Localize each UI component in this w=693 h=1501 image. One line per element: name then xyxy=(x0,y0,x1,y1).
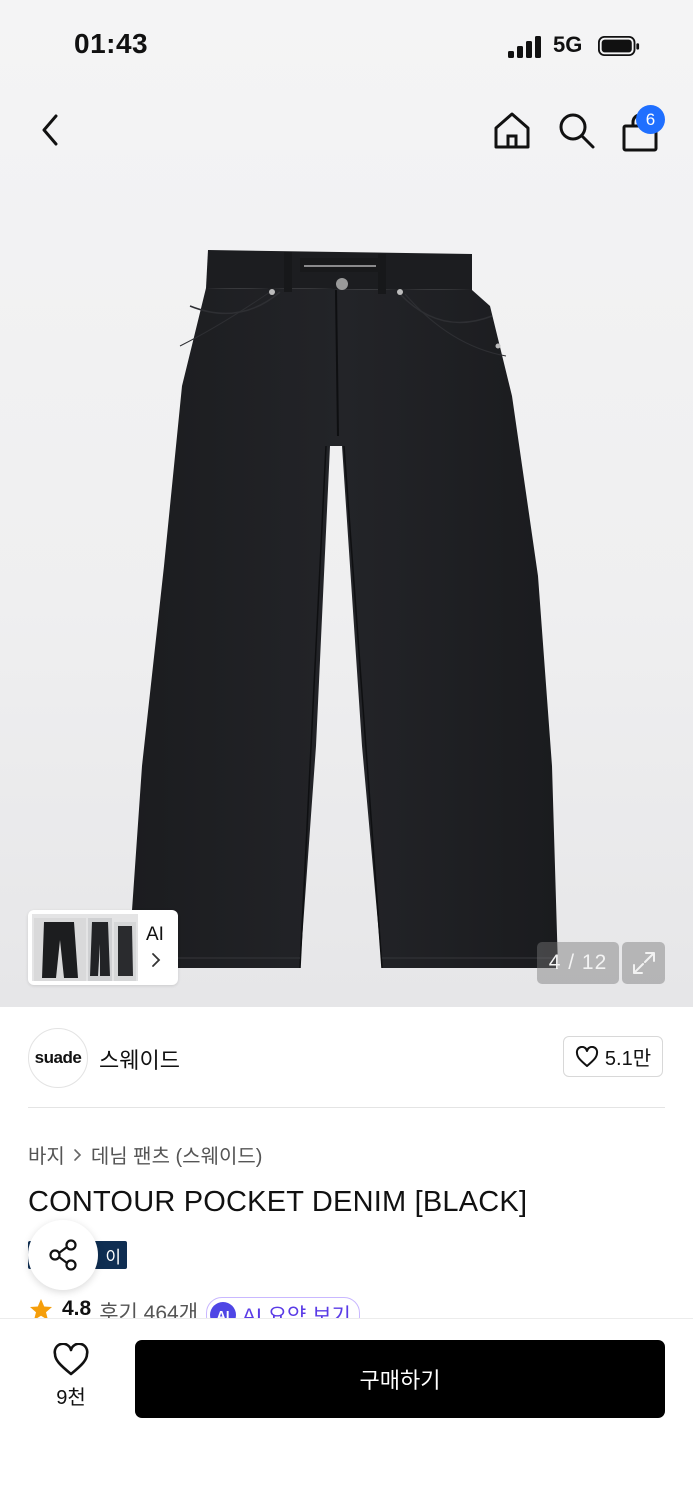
brand-logo[interactable]: suade xyxy=(28,1028,88,1088)
product-title: CONTOUR POCKET DENIM [BLACK] xyxy=(28,1186,528,1218)
favorite-button[interactable]: 9천 xyxy=(40,1343,102,1413)
network-type: 5G xyxy=(553,32,583,57)
ai-fitting-thumbnail[interactable]: AI xyxy=(28,910,178,985)
chevron-left-icon xyxy=(42,114,58,146)
breadcrumb-item-denim[interactable]: 데님 팬츠 (스웨이드) xyxy=(91,1140,263,1169)
brand-name[interactable]: 스웨이드 xyxy=(99,1043,180,1075)
product-image[interactable] xyxy=(120,246,570,976)
expand-button[interactable] xyxy=(622,942,665,984)
expand-icon xyxy=(632,952,655,974)
brand-like-button[interactable]: 5.1만 xyxy=(563,1036,663,1077)
back-button[interactable] xyxy=(30,110,70,150)
home-icon xyxy=(494,112,530,149)
product-gallery[interactable]: 01:43 5G 6 AI 4 / 12 xyxy=(0,0,693,1007)
share-button[interactable] xyxy=(28,1220,98,1290)
search-button[interactable] xyxy=(554,108,598,152)
thumbnail-label: AI xyxy=(146,924,164,945)
divider xyxy=(28,1107,665,1108)
status-time: 01:43 xyxy=(74,28,149,59)
battery-icon xyxy=(598,35,640,57)
share-icon xyxy=(49,1239,77,1271)
favorite-count: 9천 xyxy=(56,1387,86,1409)
search-icon xyxy=(559,113,595,149)
buy-button[interactable]: 구매하기 xyxy=(135,1340,665,1418)
brand-like-count: 5.1만 xyxy=(604,1048,652,1070)
chevron-right-icon xyxy=(74,1148,81,1161)
thumbnail-image xyxy=(32,914,138,981)
heart-outline-icon xyxy=(575,1045,598,1067)
breadcrumb-item-pants[interactable]: 바지 xyxy=(28,1140,65,1169)
home-button[interactable] xyxy=(490,108,534,152)
heart-outline-icon xyxy=(53,1343,89,1376)
chevron-right-icon xyxy=(152,953,161,967)
breadcrumb: 바지 데님 팬츠 (스웨이드) xyxy=(28,1140,262,1169)
cart-count-badge: 6 xyxy=(636,105,665,134)
signal-icon xyxy=(508,36,541,58)
image-counter: 4 / 12 xyxy=(537,942,619,984)
